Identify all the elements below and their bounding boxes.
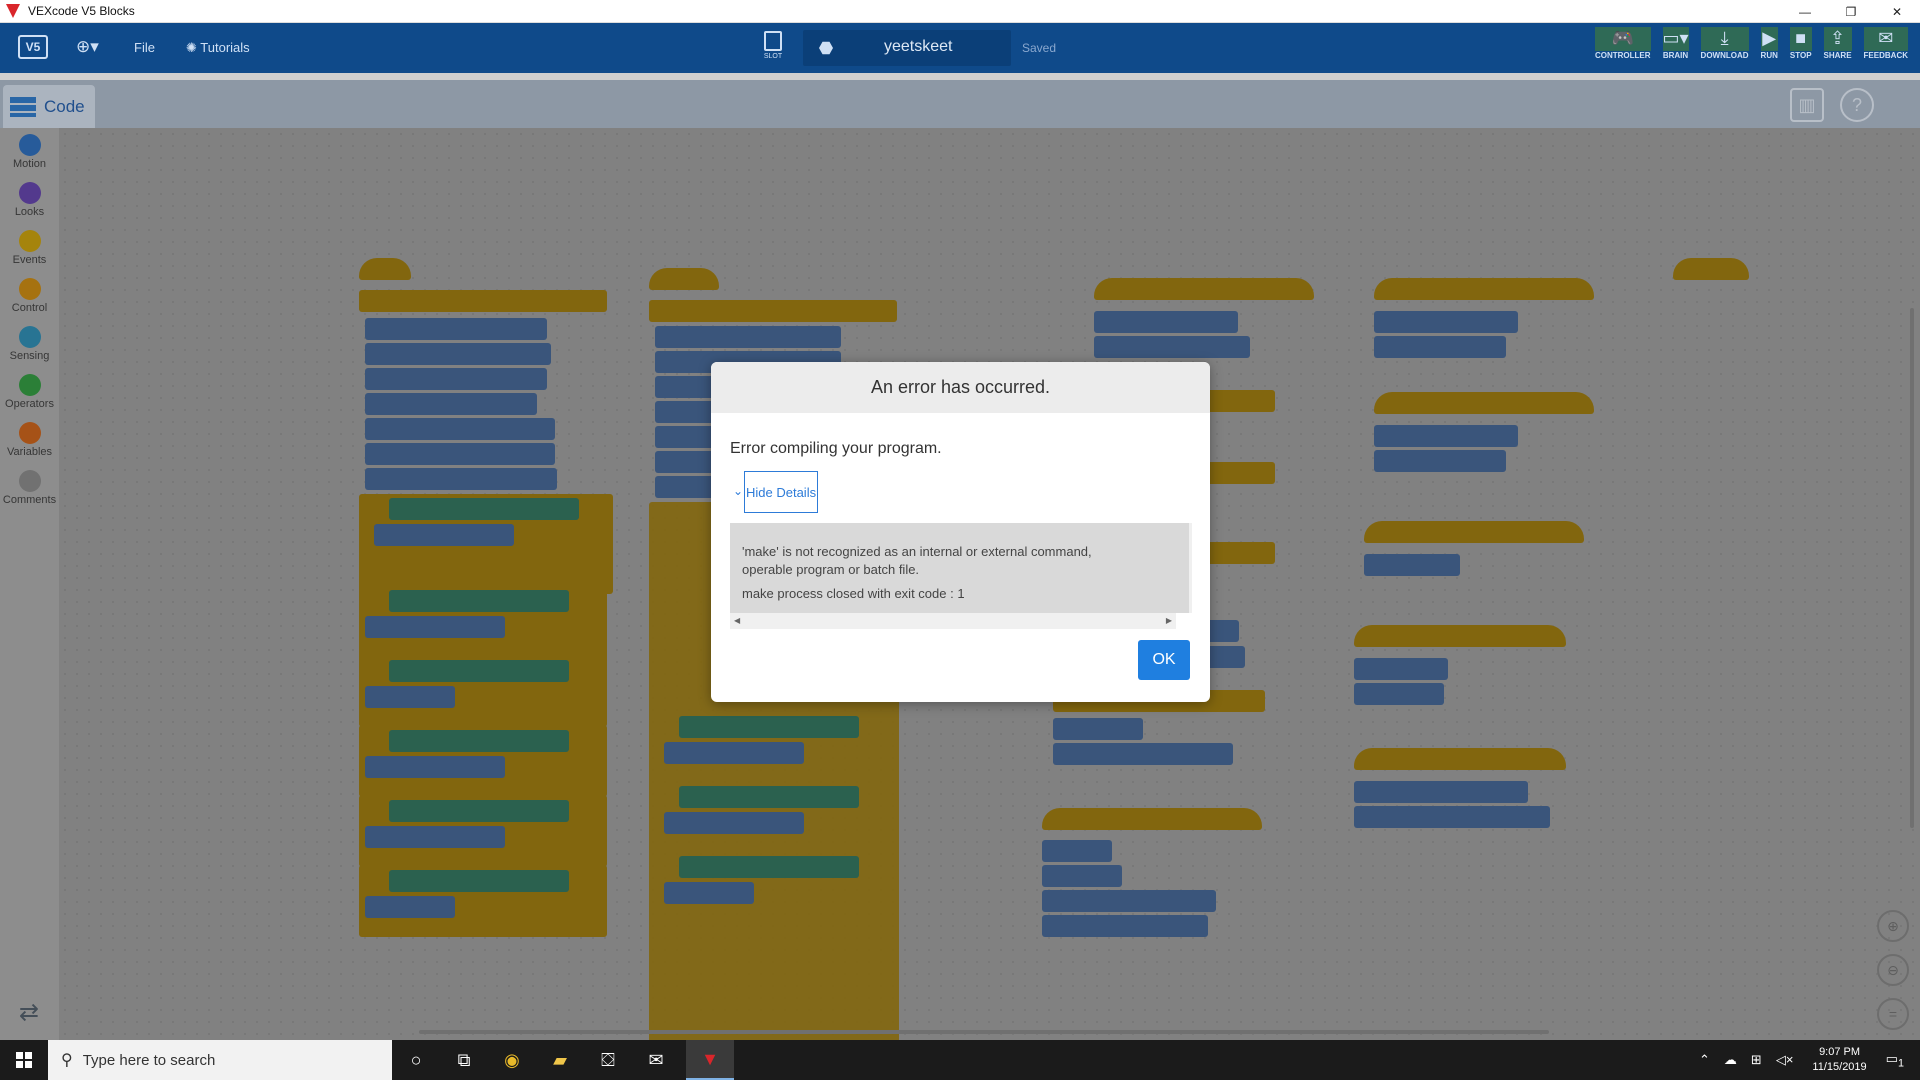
vexcode-logo-icon (6, 4, 20, 18)
notification-icon[interactable]: ▭1 (1886, 1051, 1904, 1070)
tutorials-button[interactable]: ✺ Tutorials (186, 40, 250, 56)
controller-button[interactable]: 🎮 CONTROLLER (1594, 27, 1651, 60)
task-view-icon[interactable]: ⧉ (440, 1040, 488, 1080)
minimize-button[interactable]: — (1782, 0, 1828, 23)
restore-button[interactable]: ❐ (1828, 0, 1874, 23)
download-icon: ⤓ (1700, 27, 1749, 51)
scroll-right-icon[interactable]: ▶ (1166, 616, 1172, 625)
ok-button[interactable]: OK (1138, 640, 1190, 680)
feedback-button[interactable]: ✉ FEEDBACK (1863, 27, 1908, 60)
error-dialog: An error has occurred. Error compiling y… (711, 362, 1210, 702)
brain-button[interactable]: ▭▾ BRAIN (1662, 27, 1689, 60)
mail-icon[interactable]: ✉ (632, 1040, 680, 1080)
vexcode-taskbar-icon[interactable]: ▼ (686, 1040, 734, 1080)
hide-details-button[interactable]: ⌄ Hide Details (733, 471, 818, 513)
run-label: RUN (1760, 51, 1778, 60)
search-icon: ⚲ (61, 1052, 73, 1069)
windows-logo-icon (16, 1052, 32, 1068)
toolbar-actions: 🎮 CONTROLLER ▭▾ BRAIN ⤓ DOWNLOAD ▶ RUN ■ STOP ⇪ SHA… (1594, 27, 1920, 60)
search-input[interactable] (82, 1051, 363, 1069)
share-icon: ⇪ (1823, 27, 1852, 51)
run-button[interactable]: ▶ RUN (1760, 27, 1778, 60)
saved-status: Saved (1022, 41, 1057, 55)
scroll-left-icon[interactable]: ◀ (734, 616, 740, 625)
slot-icon (764, 31, 782, 51)
clock-time: 9:07 PM (1819, 1046, 1861, 1058)
chrome-icon[interactable]: ◉ (488, 1040, 536, 1080)
controller-icon: 🎮 (1594, 27, 1651, 51)
store-icon[interactable]: ⛋ (584, 1040, 632, 1080)
close-button[interactable]: ✕ (1874, 0, 1920, 23)
controller-label: CONTROLLER (1594, 51, 1651, 60)
app-toolbar: V5 ⊕▾ File ✺ Tutorials SLOT yeetskeet Sa… (0, 23, 1920, 73)
details-line: make process closed with exit code : 1 (742, 586, 965, 601)
feedback-label: FEEDBACK (1863, 51, 1908, 60)
tutorials-label: Tutorials (200, 40, 250, 55)
notification-count: 1 (1897, 1057, 1904, 1070)
project-hex-icon (819, 41, 833, 55)
file-explorer-icon[interactable]: ▰ (536, 1040, 584, 1080)
clock-date: 11/15/2019 (1812, 1061, 1867, 1073)
project-name: yeetskeet (884, 38, 953, 55)
details-line: 'make' is not recognized as an internal … (742, 544, 1092, 559)
window-title: VEXcode V5 Blocks (28, 4, 135, 18)
feedback-icon: ✉ (1863, 27, 1908, 51)
volume-muted-icon[interactable]: ◁× (1776, 1052, 1794, 1068)
window-controls: — ❐ ✕ (1782, 0, 1920, 23)
window-title-bar: VEXcode V5 Blocks — ❐ ✕ (0, 0, 1920, 23)
details-line: operable program or batch file. (742, 562, 920, 577)
system-tray: ⌃ ☁ ⊞ ◁× 9:07 PM 11/15/2019 ▭1 (1692, 1040, 1920, 1080)
chevron-down-icon: ⌄ (733, 484, 744, 498)
details-horizontal-scrollbar[interactable]: ◀ ▶ (730, 613, 1176, 629)
download-label: DOWNLOAD (1700, 51, 1749, 60)
brain-label: BRAIN (1662, 51, 1689, 60)
brain-icon: ▭▾ (1662, 27, 1689, 51)
cortana-icon[interactable]: ○ (392, 1040, 440, 1080)
hide-details-label: Hide Details (746, 484, 817, 500)
details-vertical-scrollbar[interactable]: ▲ ▼ (1189, 523, 1192, 613)
network-icon[interactable]: ⊞ (1751, 1052, 1762, 1068)
chevron-up-icon[interactable]: ⌃ (1699, 1052, 1710, 1068)
project-name-field[interactable]: yeetskeet (803, 30, 1011, 66)
globe-icon[interactable]: ⊕▾ (76, 37, 99, 57)
onedrive-icon[interactable]: ☁ (1724, 1052, 1737, 1068)
lightbulb-icon: ✺ (186, 40, 197, 55)
clock[interactable]: 9:07 PM 11/15/2019 (1812, 1045, 1866, 1075)
stop-icon: ■ (1789, 27, 1812, 51)
dialog-title: An error has occurred. (711, 362, 1210, 413)
v5-logo-icon[interactable]: V5 (18, 35, 48, 59)
share-label: SHARE (1823, 51, 1852, 60)
slot-label: SLOT (763, 53, 783, 60)
stop-button[interactable]: ■ STOP (1789, 27, 1812, 60)
slot-selector[interactable]: SLOT (760, 31, 786, 60)
error-details-box[interactable]: 'make' is not recognized as an internal … (730, 523, 1192, 613)
windows-taskbar: ⚲ ○ ⧉ ◉ ▰ ⛋ ✉ ▼ ⌃ ☁ ⊞ ◁× 9:07 PM 11/15/2… (0, 1040, 1920, 1080)
file-menu[interactable]: File (134, 40, 155, 55)
taskbar-search[interactable]: ⚲ (48, 1040, 392, 1080)
stop-label: STOP (1789, 51, 1812, 60)
run-icon: ▶ (1760, 27, 1778, 51)
download-button[interactable]: ⤓ DOWNLOAD (1700, 27, 1749, 60)
dialog-message: Error compiling your program. (730, 440, 942, 457)
start-button[interactable] (0, 1040, 48, 1080)
share-button[interactable]: ⇪ SHARE (1823, 27, 1852, 60)
